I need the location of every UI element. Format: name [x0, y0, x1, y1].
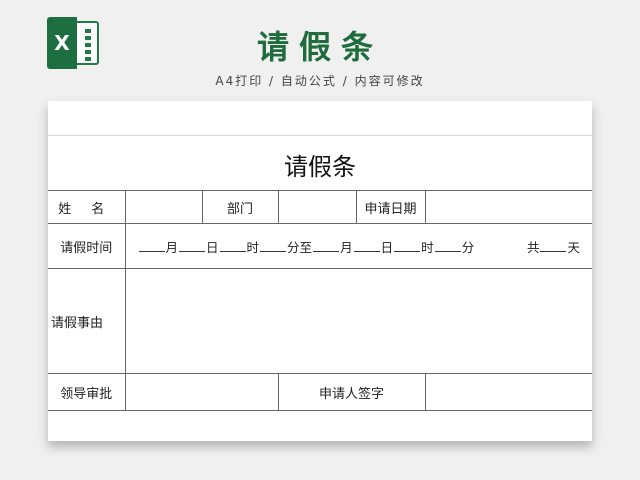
- form-row-name: 姓名 部门 申请日期: [48, 190, 592, 224]
- minute-label: 分: [461, 239, 475, 255]
- month-label: 月: [340, 239, 353, 255]
- minute-to-label: 分至: [287, 239, 313, 255]
- form-row-reason: 请假事由: [48, 268, 592, 374]
- name-input-cell[interactable]: [124, 190, 203, 224]
- hour-label: 时: [246, 239, 260, 255]
- applicant-sign-input-cell[interactable]: [424, 373, 592, 411]
- leave-reason-label: 请假事由: [48, 268, 126, 374]
- blank-line[interactable]: [138, 239, 165, 252]
- leave-form-table: 姓名 部门 申请日期 请假时间 月日时分至月日时分 共天 请假事由 领导审批 申…: [48, 190, 592, 411]
- page-subtitle: A4打印 / 自动公式 / 内容可修改: [215, 74, 425, 88]
- apply-date-label: 申请日期: [355, 190, 426, 224]
- leave-time-input-cell[interactable]: 月日时分至月日时分 共天: [124, 223, 592, 269]
- dept-input-cell[interactable]: [277, 190, 357, 224]
- blank-line[interactable]: [179, 239, 206, 252]
- day-label: 日: [206, 239, 219, 255]
- form-row-time: 请假时间 月日时分至月日时分 共天: [48, 223, 592, 269]
- leader-approval-label: 领导审批: [48, 373, 126, 411]
- total-days: 共天: [527, 237, 592, 256]
- blank-line[interactable]: [434, 239, 461, 252]
- blank-line[interactable]: [353, 239, 380, 252]
- form-row-approval: 领导审批 申请人签字: [48, 373, 592, 411]
- form-title: 请假条: [284, 153, 356, 181]
- blank-line[interactable]: [219, 239, 246, 252]
- name-label: 姓名: [48, 190, 126, 224]
- days-label: 天: [567, 239, 580, 255]
- blank-line[interactable]: [540, 239, 567, 252]
- leave-reason-input-cell[interactable]: [124, 268, 592, 374]
- applicant-sign-label: 申请人签字: [277, 373, 426, 411]
- apply-date-input-cell[interactable]: [424, 190, 592, 224]
- hour-label: 时: [421, 239, 434, 255]
- form-sheet: 请假条 姓名 部门 申请日期 请假时间 月日时分至月日时分 共天 请假事由 领导…: [48, 101, 592, 441]
- dept-label: 部门: [201, 190, 279, 224]
- leader-approval-input-cell[interactable]: [124, 373, 279, 411]
- blank-line[interactable]: [313, 239, 340, 252]
- day-label: 日: [380, 239, 394, 255]
- total-label: 共: [526, 239, 540, 255]
- blank-line[interactable]: [394, 239, 421, 252]
- month-label: 月: [165, 239, 179, 255]
- blank-line[interactable]: [260, 239, 287, 252]
- leave-time-label: 请假时间: [48, 223, 126, 269]
- sheet-top-divider: [48, 135, 592, 136]
- page-title: 请假条: [256, 28, 383, 66]
